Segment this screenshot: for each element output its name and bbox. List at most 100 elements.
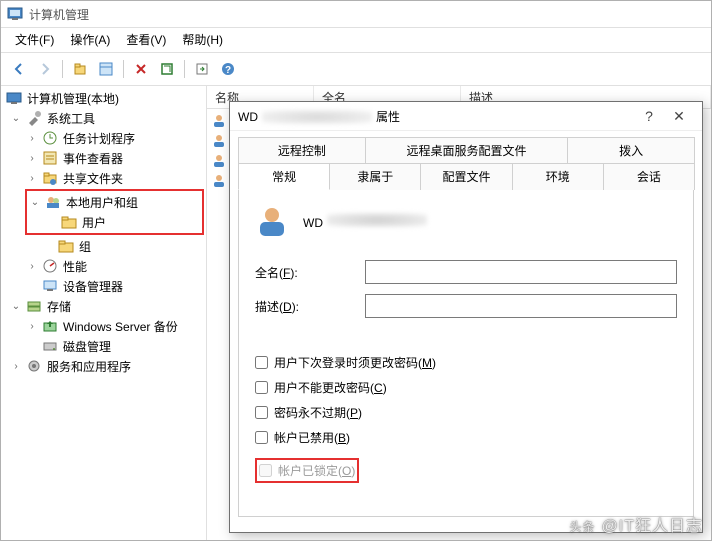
expand-icon[interactable]: › <box>25 133 39 144</box>
field-fullname: 全名(F): <box>255 260 677 284</box>
collapse-icon[interactable]: ⌄ <box>28 197 42 208</box>
tree-groups[interactable]: 组 <box>1 236 206 256</box>
expand-icon[interactable]: › <box>25 173 39 184</box>
tree-label: 组 <box>77 237 93 256</box>
event-icon <box>42 150 58 166</box>
checkbox-input[interactable] <box>255 431 268 444</box>
redacted <box>262 110 372 124</box>
app-window: 计算机管理 文件(F) 操作(A) 查看(V) 帮助(H) ? 计算机管理(本地… <box>0 0 712 541</box>
fullname-label: 全名(F): <box>255 264 365 281</box>
tree-label: Windows Server 备份 <box>61 317 180 336</box>
expand-icon[interactable]: › <box>9 361 23 372</box>
tab-page-general: WD 全名(F): 描述(D): 用户下次登录时须更改密码(M) <box>238 189 694 517</box>
tree-label: 用户 <box>80 213 108 232</box>
properties-pane-button[interactable] <box>94 57 118 81</box>
checkbox-input[interactable] <box>255 381 268 394</box>
username-prefix: WD <box>303 216 323 230</box>
help-button[interactable]: ? <box>634 108 664 124</box>
checkbox-input[interactable] <box>255 356 268 369</box>
description-input[interactable] <box>365 294 677 318</box>
tab-general[interactable]: 常规 <box>238 163 330 190</box>
expand-icon[interactable]: › <box>25 321 39 332</box>
checkbox-password-never-expires[interactable]: 密码永不过期(P) <box>255 404 677 421</box>
highlight-local-users-groups: ⌄ 本地用户和组 用户 <box>25 189 204 235</box>
app-icon <box>7 6 23 22</box>
menu-action[interactable]: 操作(A) <box>62 30 118 50</box>
checkbox-input <box>259 464 272 477</box>
expand-icon[interactable]: › <box>25 153 39 164</box>
tree-system-tools[interactable]: ⌄ 系统工具 <box>1 108 206 128</box>
field-description: 描述(D): <box>255 294 677 318</box>
tree-users[interactable]: 用户 <box>28 212 201 232</box>
tree-root-label: 计算机管理(本地) <box>25 89 121 108</box>
window-titlebar: 计算机管理 <box>1 1 711 28</box>
delete-button[interactable] <box>129 57 153 81</box>
back-button[interactable] <box>7 57 31 81</box>
menu-file[interactable]: 文件(F) <box>7 30 62 50</box>
expand-icon[interactable]: › <box>25 261 39 272</box>
collapse-icon[interactable]: ⌄ <box>9 113 23 124</box>
collapse-icon[interactable]: ⌄ <box>9 301 23 312</box>
tab-sessions[interactable]: 会话 <box>603 163 695 190</box>
toolbar: ? <box>1 53 711 86</box>
checkbox-label: 帐户已禁用(B) <box>274 429 350 446</box>
menu-help[interactable]: 帮助(H) <box>174 30 231 50</box>
help-button[interactable]: ? <box>216 57 240 81</box>
up-button[interactable] <box>68 57 92 81</box>
tree-local-users-groups[interactable]: ⌄ 本地用户和组 <box>28 192 201 212</box>
tab-environment[interactable]: 环境 <box>512 163 604 190</box>
tree-task-scheduler[interactable]: › 任务计划程序 <box>1 128 206 148</box>
dialog-title: WD属性 <box>238 108 634 125</box>
separator <box>62 60 63 78</box>
tree-shared-folders[interactable]: › 共享文件夹 <box>1 168 206 188</box>
checkbox-input[interactable] <box>255 406 268 419</box>
tree-root[interactable]: 计算机管理(本地) <box>1 88 206 108</box>
tree-device-manager[interactable]: 设备管理器 <box>1 276 206 296</box>
tree-label: 本地用户和组 <box>64 193 140 212</box>
user-header: WD <box>255 204 677 238</box>
forward-button[interactable] <box>33 57 57 81</box>
user-icon <box>211 113 227 129</box>
shared-folder-icon <box>42 170 58 186</box>
tab-rds-profile[interactable]: 远程桌面服务配置文件 <box>365 137 568 163</box>
window-title: 计算机管理 <box>29 6 89 23</box>
tree-ws-backup[interactable]: › Windows Server 备份 <box>1 316 206 336</box>
user-icon <box>255 204 289 238</box>
tab-remote-control[interactable]: 远程控制 <box>238 137 366 163</box>
tab-memberof[interactable]: 隶属于 <box>329 163 421 190</box>
separator <box>123 60 124 78</box>
tree-label: 存储 <box>45 297 73 316</box>
close-button[interactable]: ✕ <box>664 108 694 125</box>
description-label: 描述(D): <box>255 298 365 315</box>
dialog-title-suffix: 属性 <box>376 110 400 124</box>
tree-performance[interactable]: › 性能 <box>1 256 206 276</box>
tree-disk-mgmt[interactable]: 磁盘管理 <box>1 336 206 356</box>
tab-dialin[interactable]: 拨入 <box>567 137 695 163</box>
export-button[interactable] <box>190 57 214 81</box>
tree-label: 服务和应用程序 <box>45 357 133 376</box>
user-icon <box>211 173 227 189</box>
tree-storage[interactable]: ⌄ 存储 <box>1 296 206 316</box>
tree-event-viewer[interactable]: › 事件查看器 <box>1 148 206 168</box>
user-icon <box>211 153 227 169</box>
checkbox-cannot-change-password[interactable]: 用户不能更改密码(C) <box>255 379 677 396</box>
tree-services-apps[interactable]: › 服务和应用程序 <box>1 356 206 376</box>
performance-icon <box>42 258 58 274</box>
checkbox-account-locked: 帐户已锁定(O) <box>259 462 355 479</box>
tree-label: 事件查看器 <box>61 149 125 168</box>
checkbox-must-change-password[interactable]: 用户下次登录时须更改密码(M) <box>255 354 677 371</box>
computer-icon <box>6 90 22 106</box>
fullname-input[interactable] <box>365 260 677 284</box>
menubar: 文件(F) 操作(A) 查看(V) 帮助(H) <box>1 28 711 53</box>
dialog-titlebar[interactable]: WD属性 ? ✕ <box>230 102 702 131</box>
checkbox-account-disabled[interactable]: 帐户已禁用(B) <box>255 429 677 446</box>
dialog-tabs: 远程控制 远程桌面服务配置文件 拨入 常规 隶属于 配置文件 环境 会话 WD <box>230 131 702 517</box>
folder-icon <box>58 238 74 254</box>
folder-icon <box>61 214 77 230</box>
nav-tree[interactable]: 计算机管理(本地) ⌄ 系统工具 › 任务计划程序 › 事件查看器 › 共享文件… <box>1 86 207 541</box>
highlight-account-locked: 帐户已锁定(O) <box>255 458 359 483</box>
menu-view[interactable]: 查看(V) <box>118 30 174 50</box>
tab-profile[interactable]: 配置文件 <box>420 163 512 190</box>
redacted <box>327 213 427 227</box>
refresh-button[interactable] <box>155 57 179 81</box>
